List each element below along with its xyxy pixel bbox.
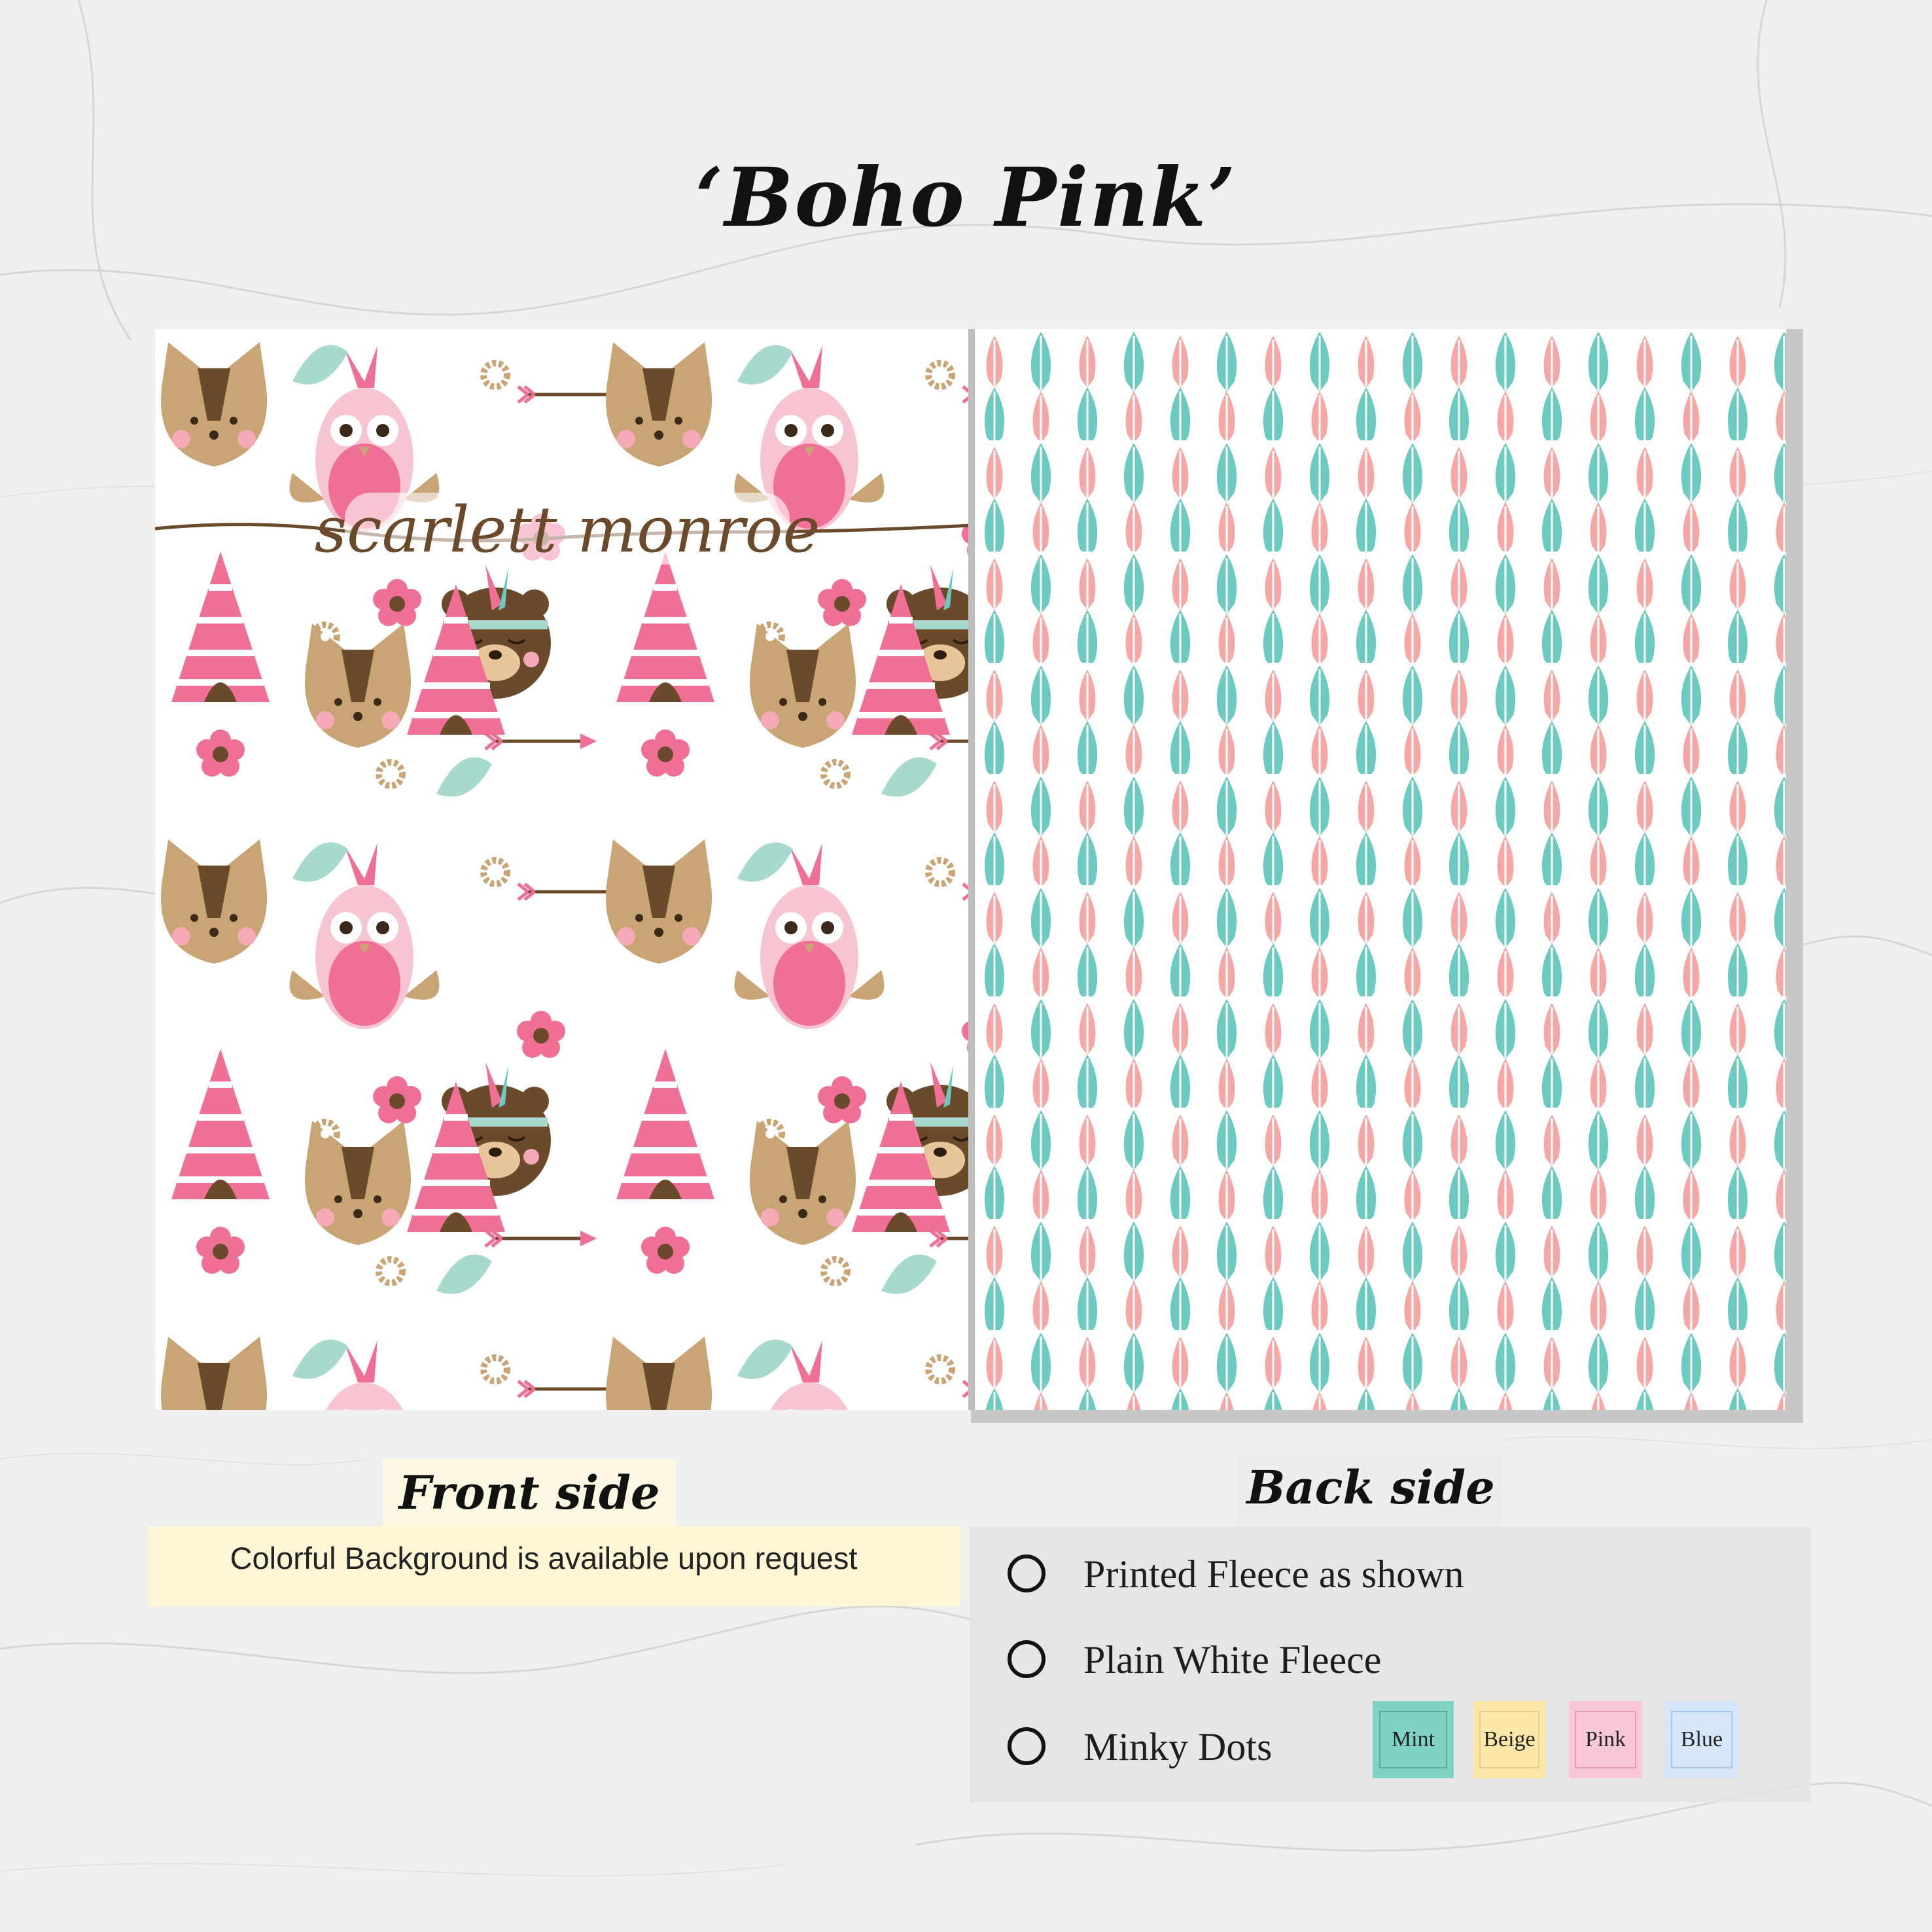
swatch-beige[interactable]: Beige: [1473, 1701, 1545, 1778]
page-title: ‘Boho Pink’: [695, 150, 1237, 245]
swatch-mint[interactable]: Mint: [1373, 1701, 1454, 1778]
front-side-label: Front side: [398, 1466, 660, 1520]
feather-pattern: [975, 329, 1786, 1410]
option-label: Plain White Fleece: [1083, 1638, 1382, 1681]
swatch-label: Blue: [1670, 1711, 1733, 1768]
back-design-panel: [975, 329, 1786, 1410]
front-note-text: Colorful Background is available upon re…: [230, 1541, 858, 1575]
front-pattern-illustration: scarlett monroe: [155, 329, 972, 1410]
personalized-name-text: scarlett monroe: [315, 493, 820, 567]
front-design-panel: scarlett monroe: [155, 329, 972, 1410]
back-side-label: Back side: [1246, 1460, 1495, 1515]
swatch-pink[interactable]: Pink: [1569, 1701, 1642, 1778]
option-label: Printed Fleece as shown: [1083, 1553, 1464, 1596]
panel-divider: [968, 329, 975, 1410]
swatch-blue[interactable]: Blue: [1665, 1701, 1738, 1778]
radio-printed-fleece[interactable]: [1008, 1554, 1045, 1592]
swatch-label: Beige: [1479, 1711, 1540, 1768]
radio-minky-dots[interactable]: [1008, 1727, 1045, 1765]
swatch-label: Mint: [1379, 1711, 1448, 1768]
swatch-label: Pink: [1574, 1711, 1637, 1768]
radio-plain-white-fleece[interactable]: [1008, 1640, 1045, 1678]
option-label: Minky Dots: [1083, 1725, 1273, 1768]
